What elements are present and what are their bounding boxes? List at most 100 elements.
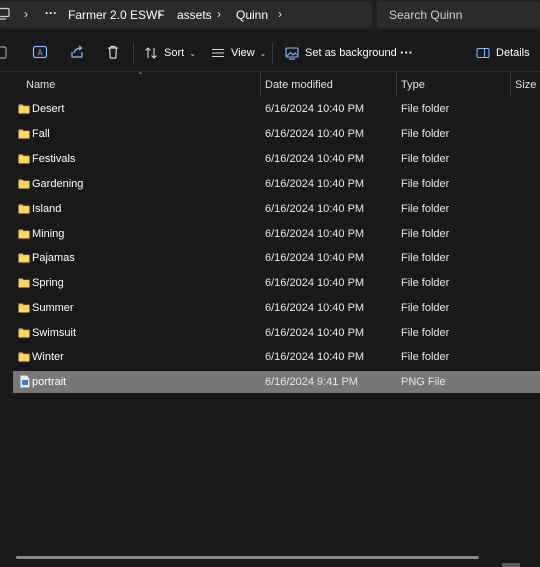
folder-icon bbox=[18, 229, 30, 239]
horizontal-scrollbar[interactable] bbox=[16, 556, 479, 559]
file-type: File folder bbox=[401, 302, 450, 314]
list-item[interactable]: Summer 6/16/2024 10:40 PM File folder bbox=[13, 297, 540, 319]
file-name: Fall bbox=[32, 128, 50, 140]
scroll-corner bbox=[502, 563, 520, 567]
column-divider[interactable] bbox=[260, 73, 261, 95]
column-size[interactable]: Size bbox=[515, 79, 536, 91]
file-name: Festivals bbox=[32, 153, 76, 165]
file-date: 6/16/2024 10:40 PM bbox=[265, 252, 365, 264]
file-type: File folder bbox=[401, 178, 450, 190]
file-type: File folder bbox=[401, 277, 450, 289]
folder-icon bbox=[18, 303, 30, 313]
file-name: Desert bbox=[32, 103, 65, 115]
svg-text:A: A bbox=[37, 49, 43, 58]
breadcrumb-assets[interactable]: assets bbox=[177, 8, 212, 22]
command-bar: A Sort ⌄ View ⌄ Set as background ··· De… bbox=[0, 32, 540, 72]
file-date: 6/16/2024 9:41 PM bbox=[265, 376, 358, 388]
file-type: File folder bbox=[401, 153, 450, 165]
chevron-down-icon: ⌄ bbox=[189, 48, 196, 58]
file-name: Mining bbox=[32, 228, 65, 240]
column-header: ⌃ Name Date modified Type Size bbox=[0, 71, 540, 95]
chevron-right-icon[interactable]: › bbox=[158, 7, 162, 21]
file-type: File folder bbox=[401, 351, 450, 363]
list-item[interactable]: Mining 6/16/2024 10:40 PM File folder bbox=[13, 223, 540, 245]
file-date: 6/16/2024 10:40 PM bbox=[265, 277, 365, 289]
list-item[interactable]: Desert 6/16/2024 10:40 PM File folder bbox=[13, 98, 540, 120]
cut-icon[interactable] bbox=[0, 44, 10, 60]
file-name: Gardening bbox=[32, 178, 84, 190]
rename-icon[interactable]: A bbox=[32, 44, 48, 60]
breadcrumb-farmer[interactable]: Farmer 2.0 ESWF bbox=[68, 8, 165, 22]
set-background-icon bbox=[285, 47, 299, 60]
column-divider[interactable] bbox=[396, 73, 397, 95]
file-name: Spring bbox=[32, 277, 64, 289]
file-type: File folder bbox=[401, 203, 450, 215]
chevron-right-icon[interactable]: › bbox=[217, 7, 221, 21]
list-item[interactable]: Island 6/16/2024 10:40 PM File folder bbox=[13, 198, 540, 220]
column-divider[interactable] bbox=[510, 73, 511, 95]
search-box[interactable] bbox=[377, 1, 540, 28]
folder-icon bbox=[18, 104, 30, 114]
this-pc-icon[interactable] bbox=[0, 7, 10, 21]
sort-button[interactable]: Sort ⌄ bbox=[144, 42, 196, 64]
file-date: 6/16/2024 10:40 PM bbox=[265, 178, 365, 190]
sort-label: Sort bbox=[164, 47, 185, 59]
column-date-modified[interactable]: Date modified bbox=[265, 79, 333, 91]
list-item[interactable]: Swimsuit 6/16/2024 10:40 PM File folder bbox=[13, 322, 540, 344]
view-button[interactable]: View ⌄ bbox=[211, 42, 266, 64]
chevron-right-icon[interactable]: › bbox=[278, 7, 282, 21]
chevron-down-icon: ⌄ bbox=[259, 48, 267, 58]
folder-icon bbox=[18, 253, 30, 263]
file-date: 6/16/2024 10:40 PM bbox=[265, 228, 365, 240]
details-label: Details bbox=[496, 47, 530, 59]
address-bar-row: › ··· Farmer 2.0 ESWF › assets › Quinn › bbox=[0, 0, 540, 30]
details-button[interactable]: Details bbox=[476, 42, 530, 64]
list-item[interactable]: Pajamas 6/16/2024 10:40 PM File folder bbox=[13, 247, 540, 269]
file-date: 6/16/2024 10:40 PM bbox=[265, 302, 365, 314]
file-date: 6/16/2024 10:40 PM bbox=[265, 103, 365, 115]
address-bar[interactable]: › ··· Farmer 2.0 ESWF › assets › Quinn › bbox=[0, 1, 372, 28]
file-name: Island bbox=[32, 203, 62, 215]
file-date: 6/16/2024 10:40 PM bbox=[265, 327, 365, 339]
list-item[interactable]: Fall 6/16/2024 10:40 PM File folder bbox=[13, 123, 540, 145]
file-date: 6/16/2024 10:40 PM bbox=[265, 153, 365, 165]
folder-icon bbox=[18, 154, 30, 164]
file-type: PNG File bbox=[401, 376, 446, 388]
column-type[interactable]: Type bbox=[401, 79, 425, 91]
toolbar-divider bbox=[133, 42, 134, 64]
folder-icon bbox=[18, 278, 30, 288]
sort-ascending-icon: ⌃ bbox=[137, 71, 144, 80]
breadcrumb-overflow[interactable]: ··· bbox=[45, 6, 57, 20]
file-name: Summer bbox=[32, 302, 74, 314]
file-date: 6/16/2024 10:40 PM bbox=[265, 351, 365, 363]
list-item[interactable]: Gardening 6/16/2024 10:40 PM File folder bbox=[13, 173, 540, 195]
view-label: View bbox=[231, 47, 255, 59]
file-type: File folder bbox=[401, 103, 450, 115]
list-item-selected[interactable]: portrait 6/16/2024 9:41 PM PNG File bbox=[13, 371, 540, 393]
search-input[interactable] bbox=[377, 1, 540, 28]
view-icon bbox=[212, 48, 224, 58]
png-file-icon bbox=[20, 375, 30, 388]
list-item[interactable]: Spring 6/16/2024 10:40 PM File folder bbox=[13, 272, 540, 294]
chevron-right-icon: › bbox=[24, 7, 28, 21]
breadcrumb-quinn[interactable]: Quinn bbox=[236, 8, 268, 22]
file-name: Winter bbox=[32, 351, 64, 363]
folder-icon bbox=[18, 328, 30, 338]
file-name: Swimsuit bbox=[32, 327, 77, 339]
toolbar-divider bbox=[272, 42, 273, 64]
delete-icon[interactable] bbox=[105, 44, 121, 60]
file-name: portrait bbox=[32, 376, 67, 388]
list-item[interactable]: Festivals 6/16/2024 10:40 PM File folder bbox=[13, 148, 540, 170]
column-name[interactable]: Name bbox=[26, 79, 55, 91]
folder-icon bbox=[18, 129, 30, 139]
share-icon[interactable] bbox=[69, 44, 85, 60]
file-type: File folder bbox=[401, 327, 450, 339]
set-as-background-button[interactable]: Set as background bbox=[285, 42, 397, 64]
file-name: Pajamas bbox=[32, 252, 75, 264]
list-item[interactable]: Winter 6/16/2024 10:40 PM File folder bbox=[13, 346, 540, 368]
file-type: File folder bbox=[401, 228, 450, 240]
see-more-button[interactable]: ··· bbox=[400, 41, 413, 63]
file-date: 6/16/2024 10:40 PM bbox=[265, 128, 365, 140]
file-type: File folder bbox=[401, 252, 450, 264]
sort-icon bbox=[145, 47, 157, 59]
